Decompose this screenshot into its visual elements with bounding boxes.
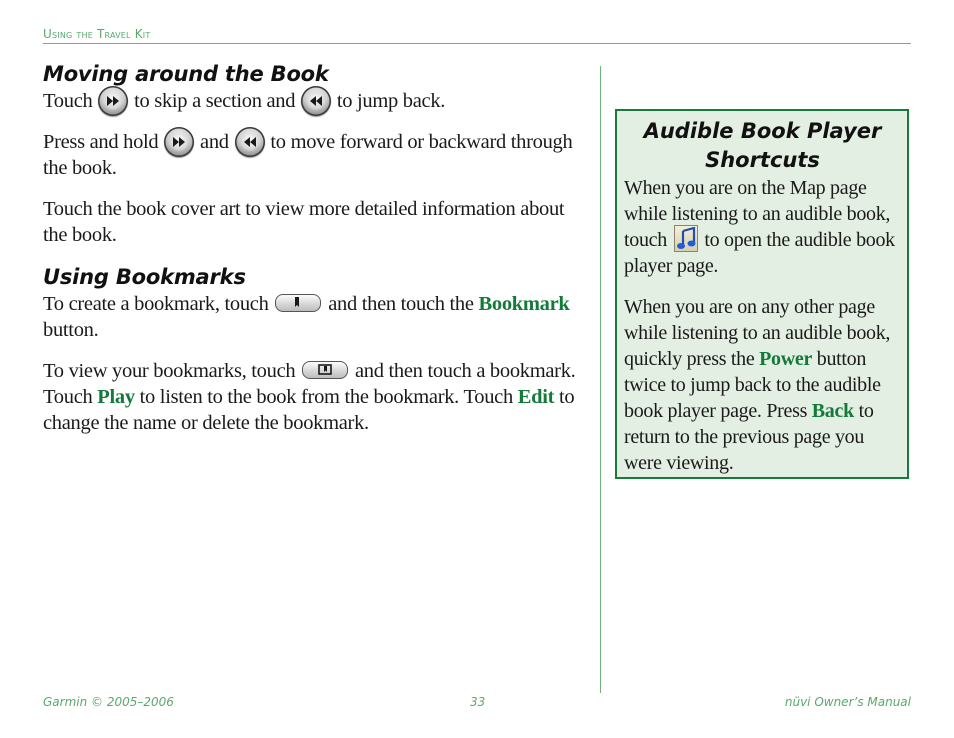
keyword-edit: Edit <box>517 386 555 408</box>
section-title-bookmarks: Using Bookmarks <box>43 265 246 289</box>
fast-forward-icon <box>164 127 195 158</box>
keyword-bookmark: Bookmark <box>478 293 570 315</box>
column-divider <box>600 66 601 693</box>
running-head: Using the Travel Kit <box>43 27 911 44</box>
footer-copyright: Garmin © 2005–2006 <box>43 695 174 709</box>
section-title-moving: Moving around the Book <box>43 62 329 86</box>
text: to skip a section and <box>134 90 296 112</box>
sidebar-title: Audible Book Player Shortcuts <box>643 119 882 172</box>
keyword-play: Play <box>97 386 135 408</box>
sidebar-paragraph-map: When you are on the Map page while liste… <box>624 175 901 279</box>
page-number: 33 <box>470 695 486 709</box>
sidebar-paragraph-other: When you are on any other page while lis… <box>624 294 901 476</box>
paragraph-skip: Touch to skip a section and to jump back… <box>43 86 593 117</box>
paragraph-create-bookmark: To create a bookmark, touch and then tou… <box>43 291 593 343</box>
rewind-icon <box>234 127 265 158</box>
music-note-icon <box>673 224 698 252</box>
bookmark-icon <box>275 294 322 313</box>
paragraph-view-bookmarks: To view your bookmarks, touch and then t… <box>43 358 593 436</box>
text: to listen to the book from the bookmark.… <box>139 386 514 408</box>
bookmark-list-icon <box>302 361 349 380</box>
text: Press and hold <box>43 131 159 153</box>
text: To view your bookmarks, touch <box>43 360 296 382</box>
text: Touch <box>43 90 93 112</box>
shortcuts-sidebar: Audible Book Player Shortcuts When you a… <box>615 109 909 479</box>
text: to jump back. <box>336 90 446 112</box>
footer-manual-title: nüvi Owner’s Manual <box>784 695 911 709</box>
text: To create a bookmark, touch <box>43 293 269 315</box>
paragraph-press-hold: Press and hold and to move forward or ba… <box>43 127 593 181</box>
text: and then touch the <box>328 293 474 315</box>
fast-forward-icon <box>98 86 129 117</box>
text: and <box>200 131 229 153</box>
keyword-back: Back <box>811 400 854 422</box>
main-column: Moving around the Book Touch to skip a s… <box>43 60 593 451</box>
text: button. <box>43 319 99 341</box>
rewind-icon <box>301 86 332 117</box>
paragraph-cover-art: Touch the book cover art to view more de… <box>43 198 565 246</box>
keyword-power: Power <box>759 348 813 370</box>
